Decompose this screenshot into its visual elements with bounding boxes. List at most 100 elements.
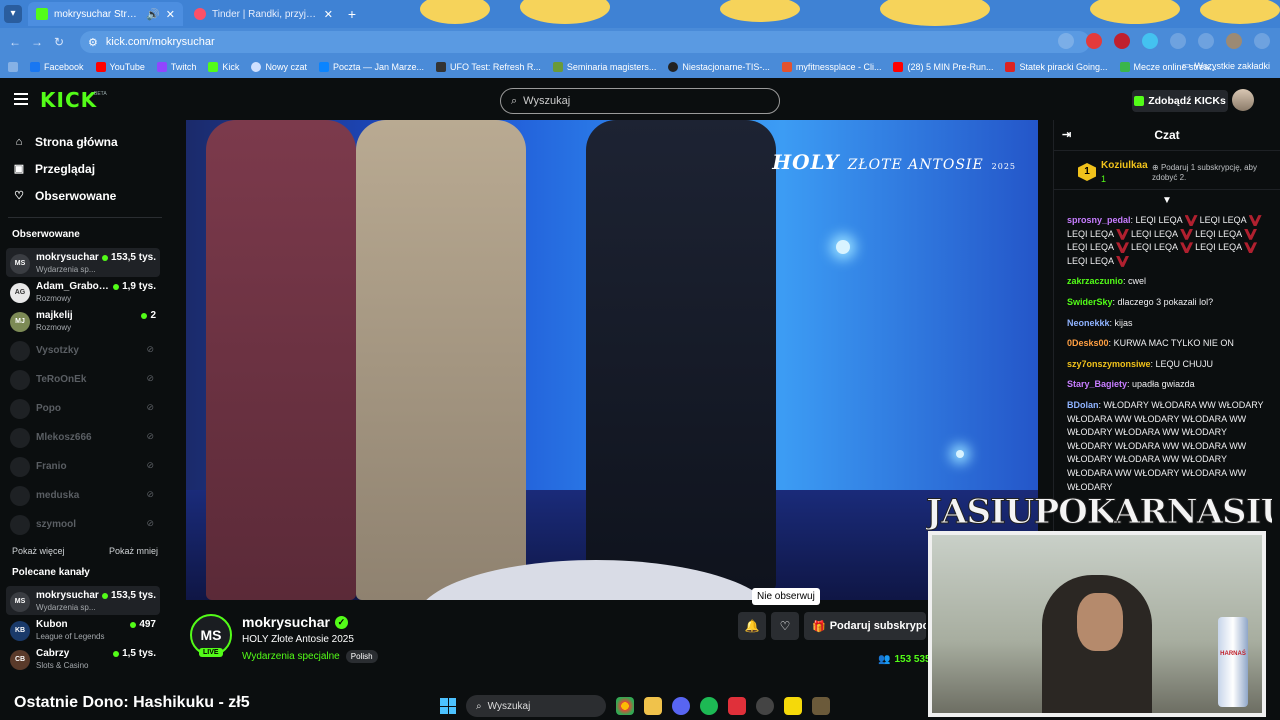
channel-item-offline[interactable]: meduska ⊘ <box>6 480 160 509</box>
channel-item-offline[interactable]: szymool ⊘ <box>6 509 160 538</box>
search-placeholder: Wyszukaj <box>523 95 571 107</box>
sidebar-item-browse[interactable]: ▣ Przeglądaj <box>0 155 172 182</box>
menu-dots-icon[interactable] <box>1254 33 1270 49</box>
webcam-overlay: HARNAŚ JASIUPOKARNASIU <box>926 487 1272 720</box>
sidebar-item-following[interactable]: ♡ Obserwowane <box>0 182 172 209</box>
bookmark-statek[interactable]: Statek piracki Going... <box>1005 62 1108 72</box>
channel-item-offline[interactable]: Popo ⊘ <box>6 393 160 422</box>
bookmark-pre-run[interactable]: (28) 5 MIN Pre-Run... <box>893 62 993 72</box>
kick-logo[interactable]: KICK <box>40 88 97 112</box>
notification-bell-button[interactable]: 🔔 <box>738 612 766 640</box>
spotify-icon[interactable] <box>700 697 718 715</box>
profile-avatar[interactable] <box>1226 33 1242 49</box>
bookmark-twitch[interactable]: Twitch <box>156 62 196 72</box>
bookmark-niestacjonarne[interactable]: Niestacjonarne-TIS-... <box>668 62 770 72</box>
forward-icon[interactable]: → <box>26 35 48 49</box>
github-icon <box>668 62 679 72</box>
sidebar-item-home[interactable]: ⌂ Strona główna <box>0 128 172 155</box>
gift-prompt[interactable]: ⊕ Podaruj 1 subskrypcję, aby zdobyć 2. <box>1152 163 1272 183</box>
chat-username[interactable]: zakrzaczunio <box>1067 276 1123 286</box>
browse-icon: ▣ <box>13 163 25 175</box>
windows-start-icon[interactable] <box>440 698 456 714</box>
close-tab-icon[interactable]: ✕ <box>324 8 333 21</box>
channel-item[interactable]: AG Adam_Grabowi... Rozmowy 1,9 tys. <box>6 277 160 306</box>
bookmark-nowy-czat[interactable]: Nowy czat <box>251 62 307 72</box>
chat-username[interactable]: 0Desks00 <box>1067 338 1109 348</box>
extension-icon[interactable] <box>1142 33 1158 49</box>
back-icon[interactable]: ← <box>4 35 26 49</box>
app-icon[interactable] <box>812 697 830 715</box>
collapse-chat-icon[interactable]: ⇥ <box>1062 128 1071 141</box>
all-bookmarks-button[interactable]: ▭ Wszystkie zakładki <box>1182 60 1270 71</box>
bookmarks-bar: Facebook YouTube Twitch Kick Nowy czat P… <box>0 56 1280 78</box>
site-info-icon[interactable]: ⚙ <box>88 36 98 49</box>
gift-subscription-button[interactable]: 🎁 Podaruj subskrypcję <box>804 612 926 640</box>
stream-category-link[interactable]: Wydarzenia specjalne <box>242 651 340 662</box>
search-input[interactable]: ⌕ Wyszukaj <box>500 88 780 114</box>
bookmark-youtube[interactable]: YouTube <box>95 62 145 72</box>
show-less-button[interactable]: Pokaż mniej <box>109 538 158 564</box>
channel-item[interactable]: MS mokrysuchar Wydarzenia sp... 153,5 ty… <box>6 248 160 277</box>
search-icon: ⌕ <box>511 94 518 107</box>
show-more-button[interactable]: Pokaż więcej <box>12 538 65 564</box>
get-kicks-button[interactable]: Zdobądź KICKs <box>1132 90 1228 112</box>
bookmark-poczta[interactable]: Poczta — Jan Marze... <box>318 62 424 72</box>
channel-item-offline[interactable]: Mlekosz666 ⊘ <box>6 422 160 451</box>
chat-username[interactable]: szy7onszymonsiwe <box>1067 359 1151 369</box>
emote-icon <box>1116 242 1130 254</box>
video-player[interactable]: HOLY ZŁOTE ANTOSIE 2025 <box>186 120 1038 600</box>
streamer-name[interactable]: mokrysuchar ✓ <box>242 614 348 630</box>
app-icon[interactable] <box>728 697 746 715</box>
expand-chevron-icon[interactable]: ▼ <box>1162 195 1172 206</box>
channel-item[interactable]: MJ majkelij Rozmowy 2 <box>6 306 160 335</box>
browser-toolbar: ← → ↻ ⚙ kick.com/mokrysuchar <box>0 28 1280 56</box>
user-avatar[interactable] <box>1232 89 1254 111</box>
leaderboard-user[interactable]: Koziulkaa <box>1101 160 1148 171</box>
extensions-puzzle-icon[interactable] <box>1170 33 1186 49</box>
speaker-icon[interactable]: 🔊 <box>146 8 160 21</box>
downloads-icon[interactable] <box>1198 33 1214 49</box>
menu-hamburger-icon[interactable] <box>14 93 28 105</box>
bookmark-apps-icon[interactable] <box>8 62 18 72</box>
channel-item-offline[interactable]: TeRoOnEk ⊘ <box>6 364 160 393</box>
chat-username[interactable]: Neonekkk <box>1067 318 1110 328</box>
taskbar-search[interactable]: ⌕ Wyszukaj <box>466 695 606 717</box>
gift-icon: 🎁 <box>812 620 826 633</box>
bookmark-facebook[interactable]: Facebook <box>30 62 84 72</box>
bookmark-myfitnessplace[interactable]: myfitnessplace - Cli... <box>781 62 881 72</box>
bookmark-ufo-test[interactable]: UFO Test: Refresh R... <box>436 62 541 72</box>
bookmark-kick[interactable]: Kick <box>208 62 239 72</box>
language-tag[interactable]: Polish <box>345 650 378 663</box>
unfollow-button[interactable]: ♡ <box>771 612 799 640</box>
address-bar[interactable]: ⚙ kick.com/mokrysuchar <box>80 31 1090 53</box>
channel-item[interactable]: KB Kubon League of Legends 497 <box>6 615 160 644</box>
channel-item[interactable]: CB Cabrzy Slots & Casino 1,5 tys. <box>6 644 160 673</box>
file-explorer-icon[interactable] <box>644 697 662 715</box>
theme-cloud <box>1090 0 1180 24</box>
chat-username[interactable]: BDolan <box>1067 400 1099 410</box>
bookmark-star-icon[interactable] <box>1058 33 1074 49</box>
channel-item-offline[interactable]: Franio ⊘ <box>6 451 160 480</box>
tab-kick-stream[interactable]: mokrysuchar Stream - Watch 🔊 ✕ <box>28 2 183 26</box>
extension-icon[interactable] <box>1114 33 1130 49</box>
chat-username[interactable]: sprosny_pedal <box>1067 215 1131 225</box>
channel-item-offline[interactable]: Vysotzky ⊘ <box>6 335 160 364</box>
chat-username[interactable]: SwiderSky <box>1067 297 1113 307</box>
reload-icon[interactable]: ↻ <box>48 35 70 49</box>
channel-item[interactable]: MS mokrysuchar Wydarzenia sp... 153,5 ty… <box>6 586 160 615</box>
chat-text: LEQI LEQA <box>1067 242 1115 253</box>
notes-icon[interactable] <box>784 697 802 715</box>
facebook-icon <box>30 62 40 72</box>
heart-broken-icon: ♡ <box>779 619 791 633</box>
url-text: kick.com/mokrysuchar <box>105 36 215 48</box>
chat-username[interactable]: Stary_Bagiety <box>1067 379 1127 389</box>
chrome-icon[interactable] <box>616 697 634 715</box>
discord-icon[interactable] <box>672 697 690 715</box>
new-tab-button[interactable]: + <box>344 6 360 22</box>
tab-tinder[interactable]: Tinder | Randki, przyjaźń, nowe ✕ <box>186 2 341 26</box>
extension-icon[interactable] <box>1086 33 1102 49</box>
bookmark-seminaria[interactable]: Seminaria magisters... <box>552 62 656 72</box>
obs-icon[interactable] <box>756 697 774 715</box>
close-tab-icon[interactable]: ✕ <box>166 8 175 21</box>
tab-search-button[interactable]: ▾ <box>4 5 22 23</box>
